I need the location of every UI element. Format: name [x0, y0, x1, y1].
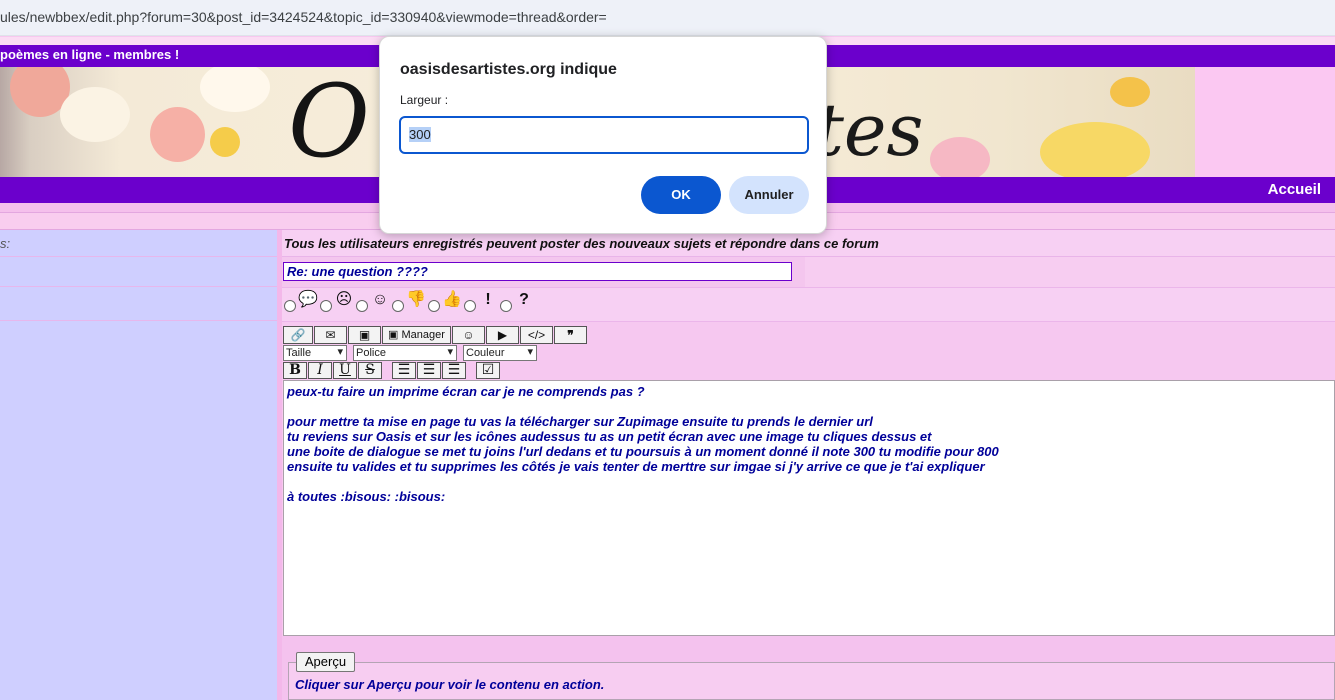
thumbs-down-icon[interactable]: 👎 — [406, 290, 426, 310]
size-select[interactable]: Taille — [283, 345, 347, 361]
flower-decoration — [1110, 77, 1150, 107]
nav-home-link[interactable]: Accueil — [1268, 181, 1321, 198]
dialog-field-label: Largeur : — [400, 93, 449, 107]
align-left-button[interactable]: ☰ — [392, 362, 416, 379]
envelope-icon: ✉ — [325, 328, 336, 342]
preview-hint: Cliquer sur Aperçu pour voir le contenu … — [295, 677, 605, 692]
message-line: pour mettre ta mise en page tu vas la té… — [287, 414, 873, 429]
permissions-text: Tous les utilisateurs enregistrés peuven… — [284, 236, 879, 251]
image-manager-button[interactable]: ▣ Manager — [382, 326, 451, 344]
align-center-icon: ☰ — [422, 362, 436, 378]
link-icon: 🔗 — [290, 328, 306, 342]
quote-button[interactable]: ❞ — [554, 326, 587, 344]
spellcheck-button[interactable]: ☑ — [476, 362, 500, 379]
speech-bubble-icon[interactable]: 💬 — [298, 290, 318, 310]
flower-decoration — [210, 127, 240, 157]
permissions-row: Tous les utilisateurs enregistrés peuven… — [282, 230, 1335, 257]
frown-icon[interactable]: ☹ — [334, 290, 354, 310]
message-textarea[interactable]: peux-tu faire un imprime écran car je ne… — [283, 380, 1335, 636]
align-left-icon: ☰ — [397, 362, 411, 378]
browser-address-bar[interactable]: ules/newbbex/edit.php?forum=30&post_id=3… — [0, 0, 1335, 36]
site-tagline: poèmes en ligne - membres ! — [0, 47, 180, 62]
message-line: peux-tu faire un imprime écran car je ne… — [287, 384, 645, 399]
underline-button[interactable]: U — [333, 362, 357, 379]
align-center-button[interactable]: ☰ — [417, 362, 441, 379]
image-manager-label: Manager — [401, 329, 445, 341]
icon-radio-1[interactable] — [284, 300, 296, 312]
image-manager-icon: ▣ — [388, 329, 399, 341]
subject-row: Re: une question ???? — [282, 257, 1335, 287]
question-icon[interactable]: ? — [514, 290, 534, 310]
flower-decoration — [1040, 122, 1150, 177]
strikethrough-button[interactable]: S — [358, 362, 382, 379]
image-button[interactable]: ▣ — [348, 326, 381, 344]
italic-button[interactable]: I — [308, 362, 332, 379]
bold-button[interactable]: B — [283, 362, 307, 379]
subject-input[interactable]: Re: une question ???? — [283, 262, 792, 281]
preview-button[interactable]: Aperçu — [296, 652, 355, 672]
align-right-icon: ☰ — [447, 362, 461, 378]
width-input[interactable]: 300 — [399, 116, 809, 154]
icon-radio-5[interactable] — [428, 300, 440, 312]
message-line: tu reviens sur Oasis et sur les icônes a… — [287, 429, 932, 444]
code-icon: </> — [527, 328, 546, 342]
flower-decoration — [930, 137, 990, 177]
icon-radio-2[interactable] — [320, 300, 332, 312]
image-icon: ▣ — [358, 328, 371, 342]
flower-decoration — [200, 67, 270, 112]
flower-decoration — [60, 87, 130, 142]
icon-radio-7[interactable] — [500, 300, 512, 312]
font-select[interactable]: Police — [353, 345, 457, 361]
banner-title-right: tes — [815, 88, 924, 172]
icon-radio-3[interactable] — [356, 300, 368, 312]
checkbox-icon: ☑ — [481, 362, 495, 378]
url-text[interactable]: ules/newbbex/edit.php?forum=30&post_id=3… — [0, 9, 607, 25]
color-select[interactable]: Couleur — [463, 345, 537, 361]
smiley-button[interactable]: ☺ — [452, 326, 485, 344]
youtube-icon: ▶ — [497, 328, 508, 342]
message-line: à toutes :bisous: :bisous: — [287, 489, 446, 504]
message-icon-options: 💬 ☹ ☺ 👎 👍 ! ? — [284, 291, 536, 312]
message-line: ensuite tu valides et tu supprimes les c… — [287, 459, 985, 474]
email-button[interactable]: ✉ — [314, 326, 347, 344]
text-format-toolbar: B I U S ☰ ☰ ☰ ☑ — [283, 362, 501, 379]
youtube-button[interactable]: ▶ — [486, 326, 519, 344]
width-input-value: 300 — [409, 127, 431, 142]
permissions-label: s: — [0, 236, 11, 251]
label-cell-permissions: s: — [0, 230, 277, 257]
thumbs-up-icon[interactable]: 👍 — [442, 290, 462, 310]
banner-side-fill — [1195, 67, 1335, 177]
label-cell-icon — [0, 287, 277, 321]
ok-button[interactable]: OK — [641, 176, 721, 214]
prompt-dialog: oasisdesartistes.org indique Largeur : 3… — [379, 36, 827, 234]
dialog-title: oasisdesartistes.org indique — [400, 61, 617, 78]
code-button[interactable]: </> — [520, 326, 553, 344]
icon-radio-6[interactable] — [464, 300, 476, 312]
form-label-column: s: — [0, 230, 277, 700]
insert-toolbar: 🔗 ✉ ▣ ▣ Manager ☺ ▶ </> ❞ — [283, 326, 588, 344]
banner-title-left: O — [288, 67, 370, 177]
smiley-icon: ☺ — [462, 328, 475, 342]
exclamation-icon[interactable]: ! — [478, 290, 498, 310]
message-icon-row: 💬 ☹ ☺ 👎 👍 ! ? — [282, 287, 1335, 321]
cancel-button[interactable]: Annuler — [729, 176, 809, 214]
label-cell-subject — [0, 257, 277, 287]
icon-radio-4[interactable] — [392, 300, 404, 312]
quote-icon: ❞ — [567, 328, 574, 342]
row-cell-filler — [805, 257, 1335, 287]
format-selects: Taille Police Couleur — [283, 345, 543, 361]
flower-decoration — [150, 107, 205, 162]
align-right-button[interactable]: ☰ — [442, 362, 466, 379]
message-line: une boite de dialogue se met tu joins l'… — [287, 444, 999, 459]
link-button[interactable]: 🔗 — [283, 326, 313, 344]
smile-icon[interactable]: ☺ — [370, 290, 390, 310]
